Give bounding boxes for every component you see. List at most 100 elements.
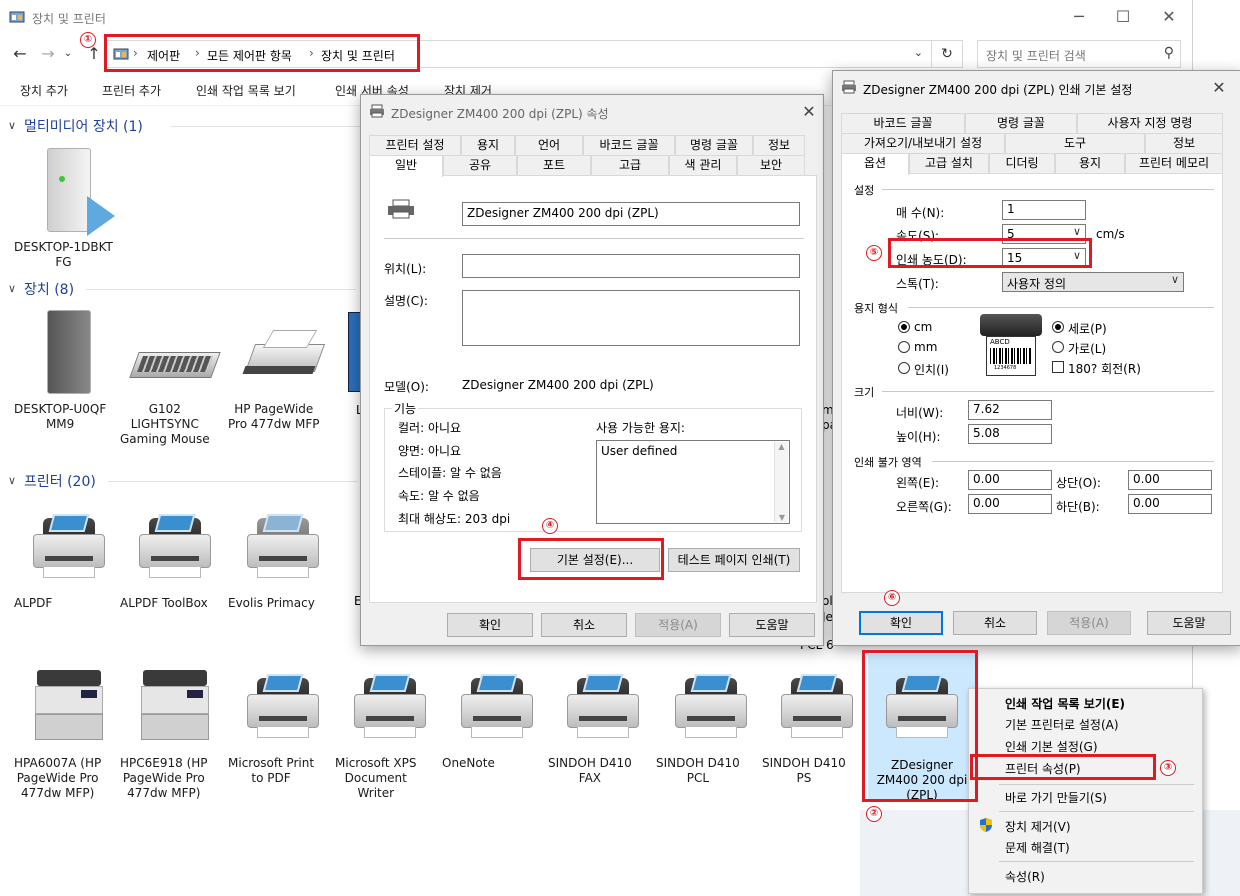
left-margin-field[interactable]: 0.00 xyxy=(968,470,1052,490)
tab-language[interactable]: 언어 xyxy=(515,135,583,155)
help-button[interactable]: 도움말 xyxy=(1147,611,1231,635)
group-printers[interactable]: 프린터 (20) xyxy=(24,471,96,491)
right-margin-field[interactable]: 0.00 xyxy=(968,494,1052,514)
tab-import-export[interactable]: 가져오기/내보내기 설정 xyxy=(841,133,1005,153)
divider xyxy=(882,391,1214,392)
scrollbar[interactable]: ▲ ▼ xyxy=(774,442,788,522)
printer-name-field[interactable]: ZDesigner ZM400 200 dpi (ZPL) xyxy=(462,202,800,226)
tab-general[interactable]: 일반 xyxy=(369,155,443,177)
group-multimedia[interactable]: 멀티미디어 장치 (1) xyxy=(24,116,143,136)
tab-about[interactable]: 정보 xyxy=(753,135,805,155)
close-icon[interactable]: ✕ xyxy=(1207,77,1231,99)
location-field[interactable] xyxy=(462,254,800,278)
unit-inch-radio[interactable] xyxy=(898,362,910,374)
height-field[interactable]: 5.08 xyxy=(968,424,1052,444)
tab-barcode-fonts[interactable]: 바코드 글꼴 xyxy=(841,113,965,133)
scroll-up-icon[interactable]: ▲ xyxy=(775,442,788,451)
tab-ports[interactable]: 포트 xyxy=(517,155,591,175)
ok-button[interactable]: 확인 xyxy=(859,611,943,635)
width-field[interactable]: 7.62 xyxy=(968,400,1052,420)
printer-item[interactable]: OneNote xyxy=(442,674,552,770)
menu-item-see-print-queue[interactable]: 인쇄 작업 목록 보기(E) xyxy=(1005,695,1125,712)
tab-command-fonts[interactable]: 명령 글꼴 xyxy=(675,135,753,155)
tab-options[interactable]: 옵션 xyxy=(841,153,909,175)
search-input[interactable]: 장치 및 프린터 검색 ⚲ xyxy=(977,40,1181,68)
device-item[interactable]: G102 LIGHTSYNC Gaming Mouse xyxy=(120,308,230,446)
tab-about[interactable]: 정보 xyxy=(1145,133,1223,153)
tab-command-fonts[interactable]: 명령 글꼴 xyxy=(965,113,1077,133)
comment-field[interactable] xyxy=(462,290,800,346)
device-label: HP PageWide Pro 477dw MFP xyxy=(228,402,320,431)
tab-paper[interactable]: 용지 xyxy=(461,135,515,155)
tab-printer-settings[interactable]: 프린터 설정 xyxy=(369,135,461,155)
address-dropdown-icon[interactable]: ⌄ xyxy=(914,46,923,59)
menu-item-properties[interactable]: 속성(R) xyxy=(1005,868,1045,885)
menu-item-create-shortcut[interactable]: 바로 가기 만들기(S) xyxy=(1005,789,1107,806)
collapse-chevron-icon[interactable]: ∨ xyxy=(8,119,16,132)
menu-item-printing-preferences[interactable]: 인쇄 기본 설정(G) xyxy=(1005,738,1098,755)
collapse-chevron-icon[interactable]: ∨ xyxy=(8,282,16,295)
tab-color-management[interactable]: 색 관리 xyxy=(669,155,737,175)
printer-item[interactable]: SINDOH D410 FAX xyxy=(548,674,658,785)
paper-available-list[interactable]: User defined xyxy=(596,440,790,524)
bottom-margin-field[interactable]: 0.00 xyxy=(1128,494,1212,514)
back-arrow-icon[interactable]: ← xyxy=(10,44,30,64)
apply-button[interactable]: 적용(A) xyxy=(635,613,721,637)
close-icon[interactable]: ✕ xyxy=(797,101,821,123)
unit-mm-radio[interactable] xyxy=(898,341,910,353)
tab-security[interactable]: 보안 xyxy=(737,155,805,175)
tab-sharing[interactable]: 공유 xyxy=(443,155,517,175)
width-label: 너비(W): xyxy=(896,406,944,420)
add-device-button[interactable]: 장치 추가 xyxy=(20,82,68,99)
forward-arrow-icon[interactable]: → xyxy=(38,44,58,64)
copies-field[interactable]: 1 xyxy=(1002,200,1086,220)
scroll-down-icon[interactable]: ▼ xyxy=(775,513,789,522)
apply-button[interactable]: 적용(A) xyxy=(1047,611,1131,635)
printer-item[interactable]: Microsoft Print to PDF xyxy=(228,674,338,785)
tab-dithering[interactable]: 디더링 xyxy=(989,153,1055,173)
printer-item[interactable]: HPC6E918 (HP PageWide Pro 477dw MFP) xyxy=(120,664,230,800)
ok-button[interactable]: 확인 xyxy=(447,613,533,637)
top-margin-field[interactable]: 0.00 xyxy=(1128,470,1212,490)
stock-select[interactable]: 사용자 정의 ∨ xyxy=(1002,272,1184,292)
menu-item-troubleshoot[interactable]: 문제 해결(T) xyxy=(1005,839,1070,856)
printer-item[interactable]: ALPDF xyxy=(14,514,124,610)
tab-barcode-fonts[interactable]: 바코드 글꼴 xyxy=(583,135,675,155)
cancel-button[interactable]: 취소 xyxy=(541,613,627,637)
cancel-button[interactable]: 취소 xyxy=(953,611,1037,635)
landscape-radio[interactable] xyxy=(1052,341,1064,353)
printer-item[interactable]: Evolis Primacy xyxy=(228,514,338,610)
device-item[interactable]: DESKTOP-U0QF MM9 xyxy=(14,308,124,431)
printer-item[interactable]: Microsoft XPS Document Writer xyxy=(335,674,445,800)
printer-item[interactable]: HPA6007A (HP PageWide Pro 477dw MFP) xyxy=(14,664,124,800)
see-print-queue-button[interactable]: 인쇄 작업 목록 보기 xyxy=(196,82,296,99)
menu-item-remove-device[interactable]: 장치 제거(V) xyxy=(1005,818,1071,835)
control-panel-icon xyxy=(9,10,25,24)
maximize-button[interactable]: ☐ xyxy=(1108,6,1138,28)
tab-advanced-setup[interactable]: 고급 설치 xyxy=(909,153,989,173)
rotate-180-checkbox[interactable] xyxy=(1052,361,1064,373)
print-test-page-button[interactable]: 테스트 페이지 인쇄(T) xyxy=(668,548,800,572)
help-button[interactable]: 도움말 xyxy=(729,613,815,637)
unit-cm-radio[interactable] xyxy=(898,321,910,333)
group-devices[interactable]: 장치 (8) xyxy=(24,279,74,299)
device-item[interactable]: DESKTOP-1DBKT FG xyxy=(14,146,124,269)
printer-item[interactable]: ALPDF ToolBox xyxy=(120,514,230,610)
printer-item[interactable]: SINDOH D410 PCL xyxy=(656,674,766,785)
refresh-button[interactable]: ↻ xyxy=(931,40,963,68)
minimize-button[interactable]: ─ xyxy=(1064,6,1094,28)
tab-custom-commands[interactable]: 사용자 지정 명령 xyxy=(1077,113,1223,133)
tab-tools[interactable]: 도구 xyxy=(1005,133,1145,153)
menu-item-set-default[interactable]: 기본 프린터로 설정(A) xyxy=(1005,716,1119,733)
recent-chevron-icon[interactable]: ⌄ xyxy=(62,44,74,64)
add-printer-button[interactable]: 프린터 추가 xyxy=(102,82,161,99)
collapse-chevron-icon[interactable]: ∨ xyxy=(8,474,16,487)
printer-icon xyxy=(563,674,643,744)
tab-stock[interactable]: 용지 xyxy=(1055,153,1125,173)
portrait-radio[interactable] xyxy=(1052,321,1064,333)
tab-printer-memory[interactable]: 프린터 메모리 xyxy=(1125,153,1223,173)
device-item[interactable]: HP PageWide Pro 477dw MFP xyxy=(228,308,338,431)
close-button[interactable]: ✕ xyxy=(1154,6,1184,28)
printer-item[interactable]: SINDOH D410 PS xyxy=(762,674,872,785)
tab-advanced[interactable]: 고급 xyxy=(591,155,669,175)
